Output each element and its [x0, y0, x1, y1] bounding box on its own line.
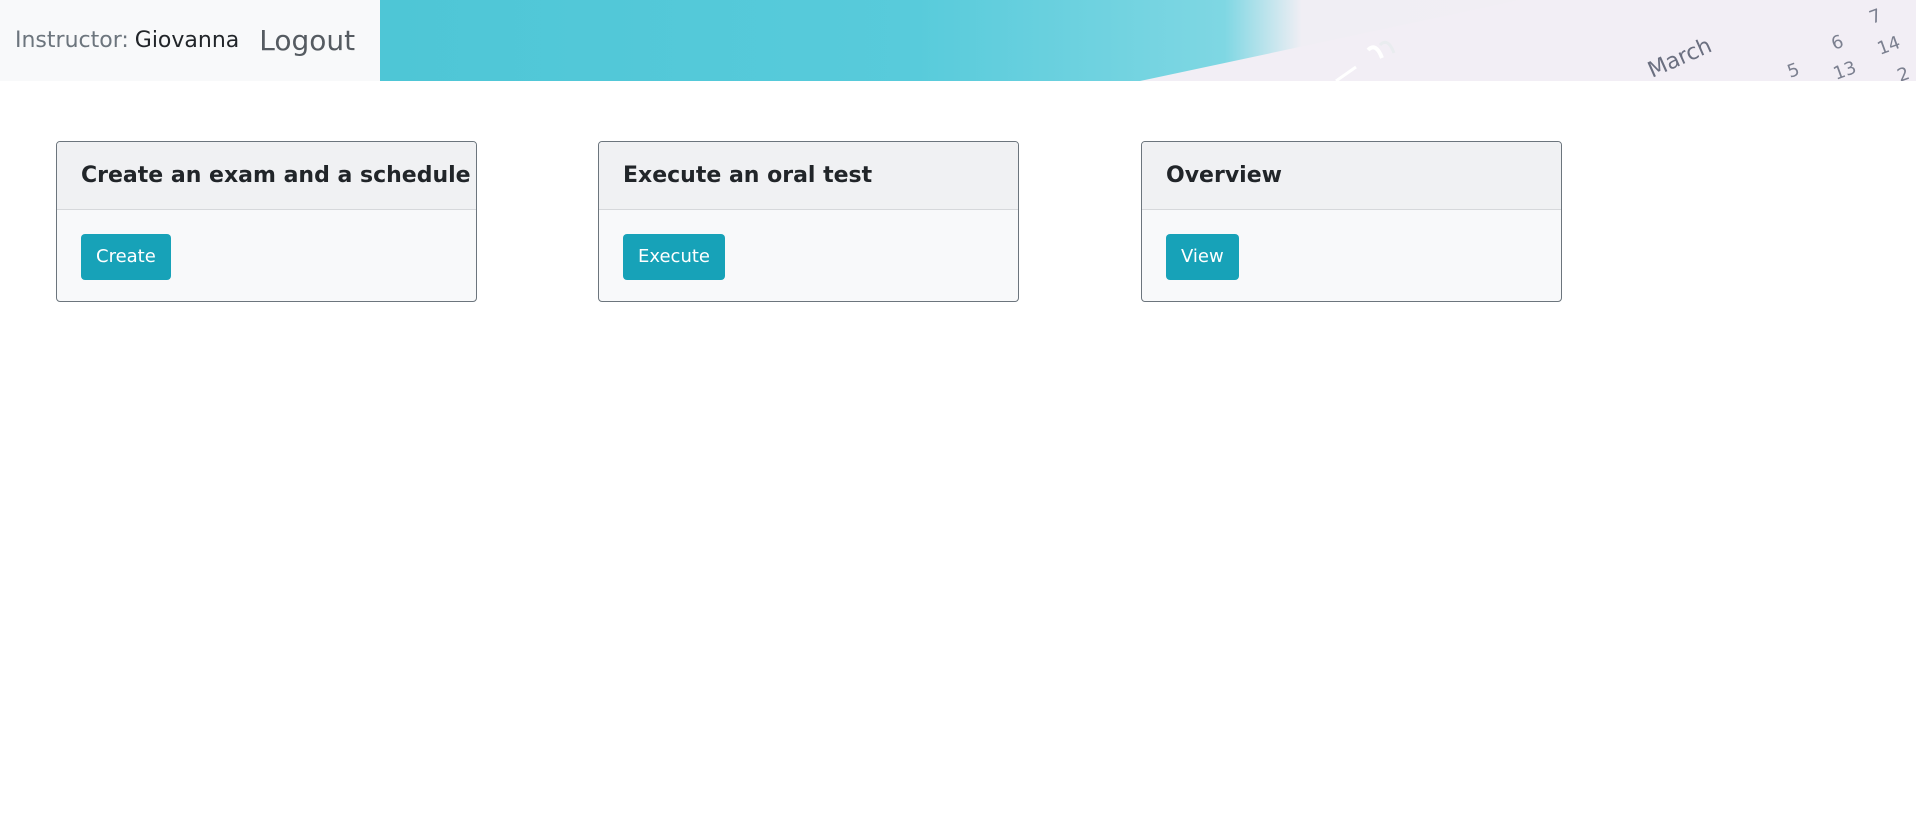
card-header: Execute an oral test	[599, 142, 1018, 210]
card-body: Execute	[599, 210, 1018, 301]
instructor-label: Instructor:	[15, 28, 129, 53]
navbar: Instructor: Giovanna Logout March 7 6 14…	[0, 0, 1916, 81]
navbar-user-area: Instructor: Giovanna Logout	[15, 0, 355, 81]
card-body: View	[1142, 210, 1561, 301]
card-create-exam: Create an exam and a schedule Create	[56, 141, 477, 302]
calendar-photo: March 7 6 14 5 13 2	[1140, 0, 1916, 81]
card-title: Execute an oral test	[623, 163, 873, 188]
card-title: Create an exam and a schedule	[81, 163, 471, 188]
view-button[interactable]: View	[1166, 234, 1239, 280]
card-header: Create an exam and a schedule	[57, 142, 476, 210]
execute-button[interactable]: Execute	[623, 234, 725, 280]
logout-link[interactable]: Logout	[259, 24, 355, 57]
card-execute-oral-test: Execute an oral test Execute	[598, 141, 1019, 302]
calendar-sheet	[1140, 0, 1916, 81]
instructor-name: Giovanna	[134, 28, 240, 53]
card-header: Overview	[1142, 142, 1561, 210]
create-button[interactable]: Create	[81, 234, 171, 280]
header-banner-image: March 7 6 14 5 13 2	[380, 0, 1916, 81]
card-overview: Overview View	[1141, 141, 1562, 302]
card-title: Overview	[1166, 163, 1282, 188]
card-body: Create	[57, 210, 476, 301]
